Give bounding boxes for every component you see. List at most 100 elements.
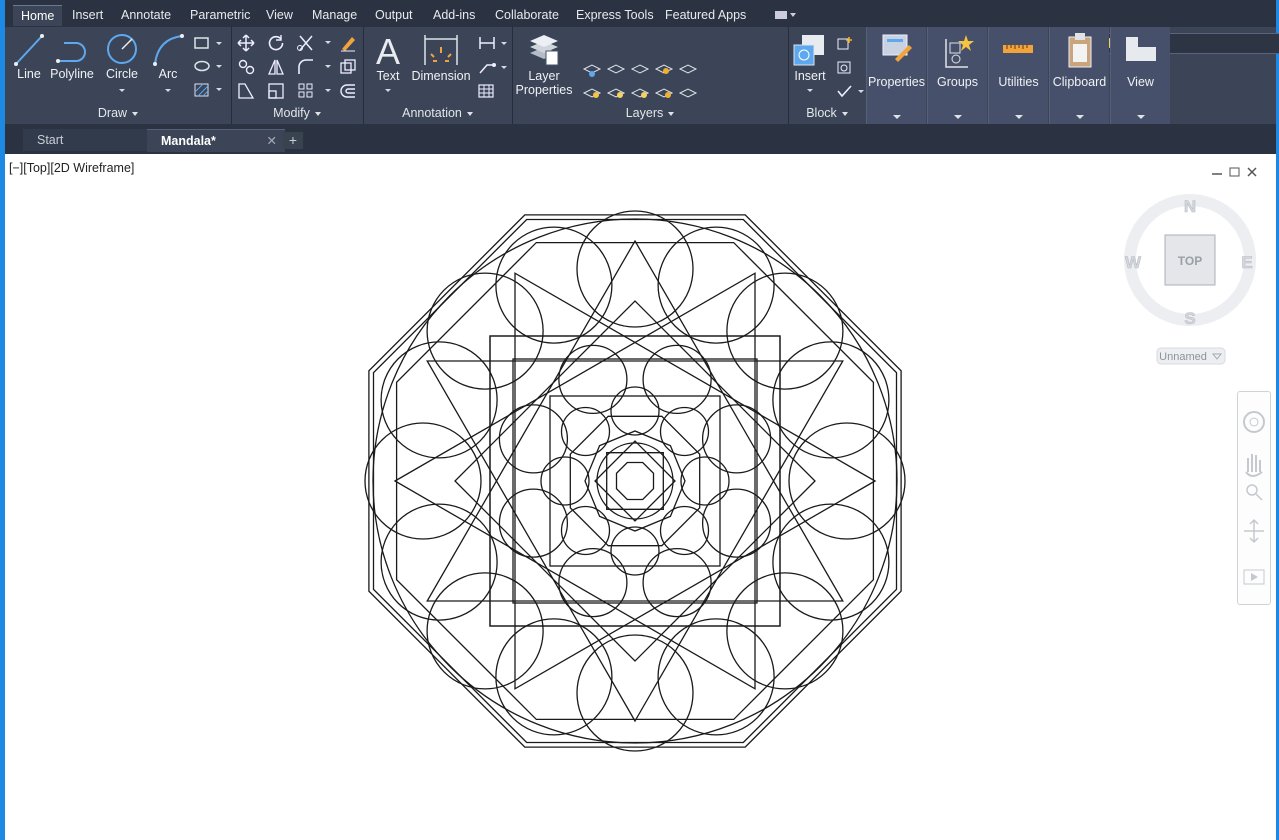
chevron-down-icon[interactable] [216, 42, 222, 45]
layers-panel: Layer Properties 0 Layers [512, 27, 1279, 124]
scale-icon[interactable] [267, 82, 285, 100]
chevron-down-icon[interactable] [216, 88, 222, 91]
annotation-panel-title[interactable]: Annotation [363, 106, 512, 122]
new-tab-button[interactable]: + [283, 132, 303, 149]
circle-button[interactable]: Circle [102, 31, 142, 92]
layer-tools-row-2[interactable] [582, 83, 702, 101]
ribbon-minimize-icon[interactable] [775, 11, 787, 19]
copy-icon[interactable] [237, 58, 257, 76]
ellipse-icon[interactable] [193, 59, 211, 73]
chevron-down-icon[interactable] [501, 66, 507, 69]
erase-icon[interactable] [339, 34, 357, 52]
linear-dimension-icon[interactable] [477, 35, 497, 51]
compass-north[interactable]: N [1184, 197, 1197, 217]
layers-panel-title[interactable]: Layers [512, 106, 788, 122]
move-icon[interactable] [237, 34, 255, 52]
draw-panel-title[interactable]: Draw [5, 106, 231, 122]
pan-icon[interactable] [1245, 454, 1263, 477]
tab-add-ins[interactable]: Add-ins [433, 5, 475, 25]
inner-circle [659, 406, 710, 457]
tab-featured-apps[interactable]: Featured Apps [665, 5, 746, 25]
edit-attributes-icon[interactable] [836, 83, 854, 99]
tab-home[interactable]: Home [13, 5, 63, 26]
zoom-icon[interactable] [1246, 484, 1258, 496]
mirror-icon[interactable] [267, 58, 285, 76]
tab-express-tools[interactable]: Express Tools [576, 5, 654, 25]
modify-panel-title[interactable]: Modify [231, 106, 363, 122]
hatch-icon[interactable] [193, 82, 211, 98]
chevron-down-icon[interactable] [216, 65, 222, 68]
chevron-down-icon[interactable] [325, 65, 331, 68]
inner-circle [610, 526, 660, 576]
tab-annotate[interactable]: Annotate [121, 5, 171, 25]
view-panel[interactable]: View [1110, 27, 1170, 124]
stretch-icon[interactable] [237, 82, 255, 100]
chevron-down-icon[interactable] [807, 89, 813, 92]
tab-manage[interactable]: Manage [312, 5, 357, 25]
layer-properties-button[interactable]: Layer Properties [514, 31, 574, 97]
utilities-panel[interactable]: Utilities [988, 27, 1048, 124]
play-icon [1251, 573, 1258, 581]
tab-output[interactable]: Output [375, 5, 413, 25]
compass-south[interactable]: S [1184, 309, 1196, 329]
steering-wheel-icon[interactable] [1243, 411, 1265, 433]
compass-west[interactable]: W [1125, 253, 1143, 273]
tab-insert[interactable]: Insert [72, 5, 103, 25]
chevron-down-icon[interactable] [501, 42, 507, 45]
rectangle-icon[interactable] [193, 36, 211, 50]
octagon-outline [569, 415, 701, 547]
chevron-down-icon[interactable] [325, 89, 331, 92]
restore-icon[interactable] [1229, 167, 1240, 177]
edit-block-icon[interactable] [836, 59, 854, 75]
chevron-down-icon[interactable] [790, 13, 796, 17]
polyline-button[interactable]: Polyline [49, 31, 95, 81]
tab-start[interactable]: Start [23, 129, 165, 151]
tab-mandala[interactable]: Mandala* ✕ [147, 129, 285, 152]
array-icon[interactable] [297, 82, 315, 100]
viewcube[interactable]: TOP N S E W Unnamed [1120, 190, 1260, 366]
ring-circle [772, 341, 890, 459]
chevron-down-icon[interactable] [385, 89, 391, 92]
trim-icon[interactable] [297, 34, 317, 52]
chevron-down-icon[interactable] [1075, 115, 1084, 119]
chevron-down-icon[interactable] [892, 115, 901, 119]
groups-panel[interactable]: Groups [927, 27, 987, 124]
viewport-window-controls[interactable] [1210, 166, 1258, 178]
tab-collaborate[interactable]: Collaborate [495, 5, 559, 25]
inner-circle [610, 386, 660, 436]
block-panel-title[interactable]: Block [788, 106, 866, 122]
dimension-button[interactable]: Dimension [410, 31, 472, 83]
layer-tools-row-1[interactable] [582, 59, 702, 77]
tab-view[interactable]: View [266, 5, 293, 25]
line-button[interactable]: Line [13, 31, 45, 81]
orbit-icon[interactable] [1244, 518, 1264, 544]
chevron-down-icon[interactable] [119, 89, 125, 92]
chevron-down-icon[interactable] [953, 115, 962, 119]
close-icon[interactable] [1247, 167, 1257, 177]
insert-button[interactable]: Insert [790, 31, 830, 92]
compass-east[interactable]: E [1241, 253, 1253, 273]
tab-parametric[interactable]: Parametric [190, 5, 250, 25]
square-outline [549, 395, 721, 567]
close-icon[interactable]: ✕ [267, 130, 277, 152]
fillet-icon[interactable] [297, 58, 315, 76]
offset-icon[interactable] [339, 82, 357, 100]
properties-panel[interactable]: Properties [866, 27, 926, 124]
viewport-controls-label[interactable]: [−][Top][2D Wireframe] [9, 161, 134, 175]
clipboard-panel[interactable]: Clipboard [1049, 27, 1109, 124]
table-icon[interactable] [477, 83, 495, 99]
explode-icon[interactable] [339, 58, 357, 76]
text-button[interactable]: A Text [368, 31, 408, 92]
inner-circle [642, 547, 712, 618]
chevron-down-icon[interactable] [858, 90, 864, 93]
square-outline [489, 335, 781, 627]
chevron-down-icon[interactable] [1136, 115, 1145, 119]
create-block-icon[interactable] [836, 35, 854, 51]
chevron-down-icon[interactable] [325, 41, 331, 44]
rotate-icon[interactable] [267, 34, 285, 52]
drawing-viewport[interactable]: [−][Top][2D Wireframe] TOP N S E W Unnam… [5, 154, 1276, 840]
chevron-down-icon[interactable] [1014, 115, 1023, 119]
arc-button[interactable]: Arc [149, 31, 187, 92]
chevron-down-icon[interactable] [165, 89, 171, 92]
leader-icon[interactable] [477, 59, 497, 75]
